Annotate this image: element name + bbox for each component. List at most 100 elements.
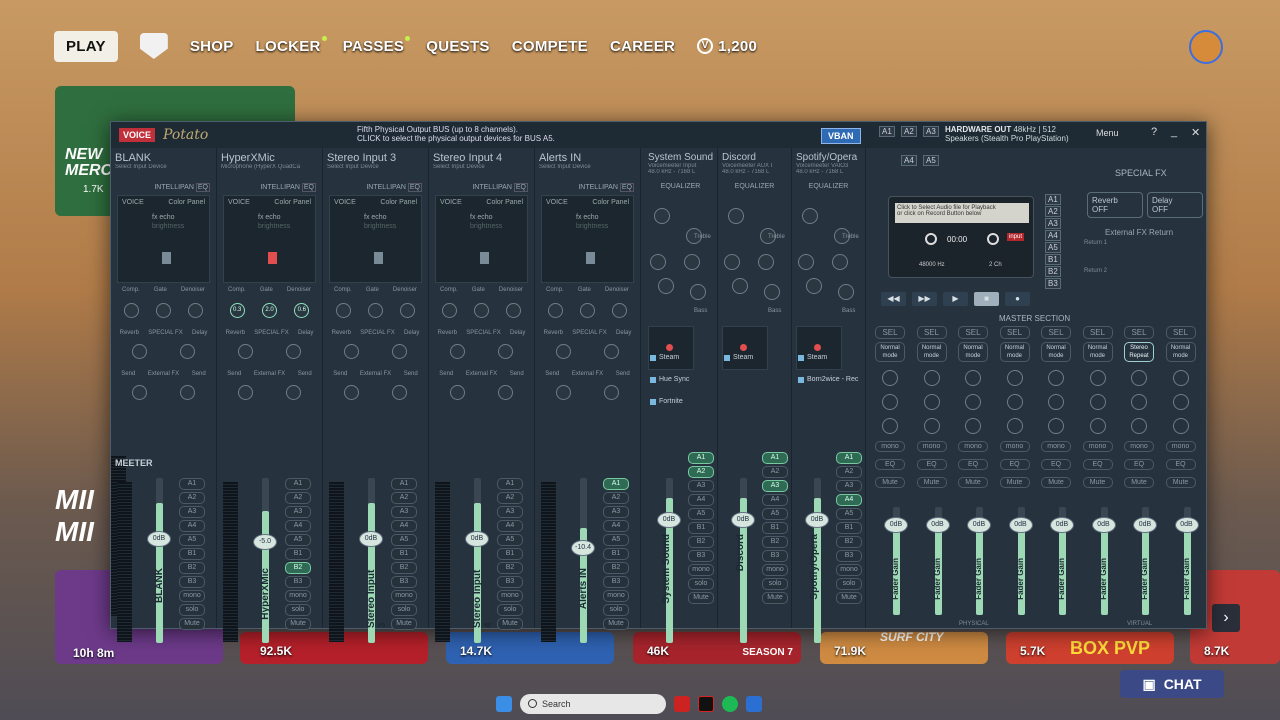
minimize-icon[interactable]: _ [1171, 126, 1177, 138]
bus-a5-button[interactable]: A5 [688, 508, 714, 520]
eq-button[interactable]: EQ [916, 459, 947, 470]
bus-a2-button[interactable]: A2 [688, 466, 714, 478]
nav-locker[interactable]: LOCKER [256, 35, 327, 55]
nav-play[interactable]: PLAY [54, 30, 118, 62]
eq-knob[interactable] [728, 208, 744, 224]
mono-button[interactable]: mono [1041, 441, 1071, 452]
master-knob[interactable] [1006, 394, 1023, 410]
bus-b2-button[interactable]: B2 [688, 536, 714, 548]
out-a5[interactable]: A5 [923, 155, 939, 166]
bus-solo-button[interactable]: solo [762, 578, 788, 590]
bus-b3-button[interactable]: B3 [391, 576, 417, 588]
bus-b3-button[interactable]: B3 [762, 550, 788, 562]
eq-button[interactable]: EQ [958, 459, 988, 470]
mono-button[interactable]: mono [1165, 441, 1196, 452]
send-knob[interactable] [555, 385, 571, 400]
record-icon[interactable]: ● [1005, 292, 1030, 306]
master-knob[interactable] [1048, 418, 1064, 434]
bus-b2-button[interactable]: B2 [391, 562, 417, 574]
bus-a1-button[interactable]: A1 [762, 452, 788, 464]
play-icon[interactable]: ▶ [943, 292, 968, 306]
bus-a3-button[interactable]: A3 [285, 506, 311, 518]
fader-knob[interactable]: 0dB [731, 512, 755, 528]
strip-name[interactable]: BLANK [111, 148, 216, 164]
next-arrow-icon[interactable]: › [1212, 604, 1240, 632]
bus-b3-button[interactable]: B3 [179, 576, 205, 588]
bus-a3-button[interactable]: A3 [603, 506, 629, 518]
bus-a1-button[interactable]: A1 [285, 478, 311, 490]
bus-solo-button[interactable]: solo [688, 578, 714, 590]
bus-b3-button[interactable]: B3 [603, 576, 629, 588]
bus-b1-button[interactable]: B1 [603, 548, 629, 560]
bus-b2-button[interactable]: B2 [179, 562, 205, 574]
strip-device[interactable]: Select Input Device [323, 164, 428, 170]
bus-mono-button[interactable]: mono [497, 590, 523, 602]
bus-a5-button[interactable]: A5 [762, 508, 788, 520]
send-knob[interactable] [131, 385, 147, 400]
app-icon[interactable] [698, 696, 714, 712]
bus-a4-button[interactable]: A4 [179, 520, 205, 532]
bus-solo-button[interactable]: solo [179, 604, 205, 616]
fader-knob[interactable]: 0dB [1091, 517, 1116, 533]
nav-quests[interactable]: QUESTS [426, 38, 489, 55]
pan-cursor[interactable] [162, 252, 171, 264]
eq-label[interactable]: EQ [301, 183, 316, 192]
master-knob[interactable] [1089, 418, 1106, 434]
bus-b1-button[interactable]: B1 [688, 522, 714, 534]
out-a3[interactable]: A3 [923, 126, 939, 137]
tape-bus-a3[interactable]: A3 [1045, 218, 1061, 229]
app-row[interactable]: Hue Sync [650, 376, 689, 383]
strip-name[interactable]: Spotify/Opera [792, 148, 865, 163]
bus-solo-button[interactable]: solo [285, 604, 311, 616]
send-knob[interactable] [180, 385, 196, 400]
bus-a5-button[interactable]: A5 [836, 508, 862, 520]
tape-input-label[interactable]: input [1007, 233, 1025, 241]
bus-b1-button[interactable]: B1 [391, 548, 417, 560]
eq-button[interactable]: EQ [1082, 459, 1113, 470]
eq-label[interactable]: EQ [513, 183, 528, 192]
pan-cursor[interactable] [268, 252, 277, 264]
app-row[interactable]: Steam [650, 354, 679, 361]
bus-b2-button[interactable]: B2 [836, 536, 862, 548]
master-knob[interactable] [1089, 394, 1106, 410]
eq-knob[interactable] [658, 278, 674, 294]
eq-knob[interactable] [690, 284, 706, 300]
bus-a1-button[interactable]: A1 [391, 478, 417, 490]
send-knob[interactable] [604, 385, 620, 400]
dynamics-knob[interactable] [506, 303, 522, 318]
sel-button[interactable]: SEL [999, 326, 1030, 339]
sel-button[interactable]: SEL [958, 326, 988, 339]
app-row[interactable]: Steam [798, 354, 827, 361]
strip-device[interactable]: Select Input Device [535, 164, 640, 170]
bus-a3-button[interactable]: A3 [391, 506, 417, 518]
strip-device[interactable]: Select Input Device [111, 164, 216, 170]
bus-b3-button[interactable]: B3 [688, 550, 714, 562]
bus-a5-button[interactable]: A5 [285, 534, 311, 546]
tape-recorder[interactable]: Click to Select Audio file for Playback o… [888, 196, 1034, 278]
fx-knob[interactable] [286, 344, 302, 359]
bus-a1-button[interactable]: A1 [497, 478, 523, 490]
bus-a4-button[interactable]: A4 [603, 520, 629, 532]
nav-shop[interactable]: SHOP [190, 38, 234, 55]
bus-a3-button[interactable]: A3 [497, 506, 523, 518]
tape-bus-a4[interactable]: A4 [1045, 230, 1061, 241]
sel-button[interactable]: SEL [1124, 326, 1154, 339]
bus-b1-button[interactable]: B1 [836, 522, 862, 534]
master-knob[interactable] [1048, 394, 1064, 410]
bus-mute-button[interactable]: Mute [285, 618, 311, 630]
dynamics-knob[interactable] [473, 303, 489, 318]
bus-b2-button[interactable]: B2 [497, 562, 523, 574]
strip-name[interactable]: Discord [718, 148, 791, 163]
app-checkbox[interactable] [798, 354, 804, 361]
mute-button[interactable]: Mute [916, 477, 947, 488]
mono-button[interactable]: mono [958, 441, 988, 452]
delay-button[interactable]: Delay OFF [1147, 192, 1203, 218]
reverb-button[interactable]: Reverb OFF [1087, 192, 1143, 218]
fx-knob[interactable] [131, 344, 147, 359]
master-knob[interactable] [965, 370, 981, 386]
master-knob[interactable] [1131, 394, 1147, 410]
mono-button[interactable]: mono [1124, 441, 1154, 452]
master-knob[interactable] [1131, 370, 1147, 386]
fortnite-logo-icon[interactable] [139, 33, 168, 59]
vban-button[interactable]: VBAN [821, 128, 861, 144]
